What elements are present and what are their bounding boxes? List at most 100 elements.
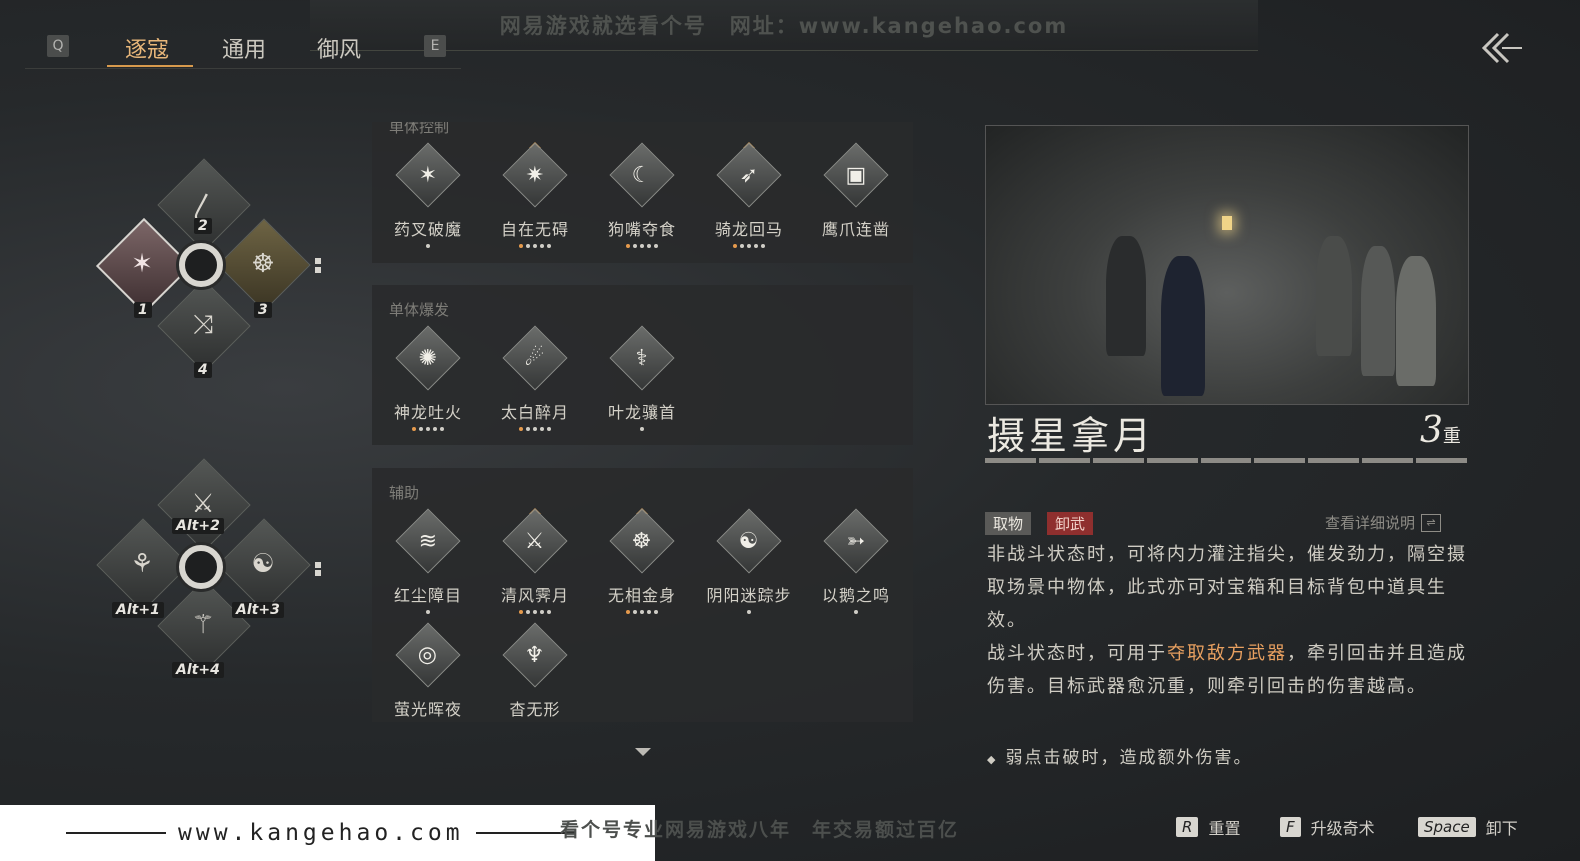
skill-pip [647,244,651,248]
slot-alt-1-label: Alt+1 [112,602,164,618]
skill-pip [426,427,430,431]
skill-name: 鹰爪连凿 [821,220,890,239]
upgrade-key: F [1280,817,1301,837]
details-icon: ⇌ [1421,513,1442,532]
skill-icon: ☯ [716,508,782,574]
skill-pips [589,427,695,433]
level-segment [1146,458,1198,463]
skill-pip [626,244,630,248]
skill-tile[interactable]: ➳ 以鹅之鸣 [803,508,909,616]
skill-pip [547,244,551,248]
skill-tile[interactable]: ♆ 杳无形 [482,622,588,730]
skill-tile[interactable]: ⚔ 清风霁月 [482,508,588,616]
skill-pip [547,610,551,614]
skill-icon: ▣ [823,142,889,208]
skill-pips [589,244,695,250]
skill-pip [854,610,858,614]
skill-level-number: 3 [1420,410,1443,451]
skill-name: 无相金身 [607,586,676,605]
desc-paragraph-1: 非战斗状态时，可将内力灌注指尖，催发劲力，隔空摄取场景中物体，此式亦可对宝箱和目… [987,544,1467,631]
desc-paragraph-2: 战斗状态时，可用于夺取敌方武器，牵引回击并且造成伤害。目标武器愈沉重，则牵引回击… [987,643,1467,697]
skill-tile[interactable]: ◎ 萤光晖夜 [375,622,481,730]
skill-pips [696,244,802,250]
level-segment [985,458,1036,463]
skill-tile[interactable]: ▣ 鹰爪连凿 [803,142,909,250]
skill-icon: ⚔ [502,508,568,574]
level-progress-bar [985,458,1468,463]
skill-pip [519,610,523,614]
watermark-url: www.kangehao.com [178,820,464,846]
skill-pip [633,610,637,614]
skill-icon: ≋ [395,508,461,574]
skill-level: 3重 [1420,410,1461,451]
bonus-note: ◆ 弱点击破时，造成额外伤害。 [987,748,1253,768]
skill-pip [640,427,644,431]
tab-zhukou[interactable]: 逐寇 [125,32,169,64]
skill-pip [533,610,537,614]
spear-lunge-icon: ⤨ [192,309,214,340]
skill-preview-image [985,125,1469,405]
upgrade-hint[interactable]: F 升级奇术 [1280,815,1375,839]
skill-tile[interactable]: ➶ 骑龙回马 [696,142,802,250]
skill-name: 自在无碍 [500,220,569,239]
skill-pip [519,427,523,431]
skill-tile[interactable]: ✶ 药叉破魔 [375,142,481,250]
kick-icon: ⚚ [191,610,215,640]
scroll-down-icon[interactable] [635,748,651,756]
skill-tile[interactable]: ✷ 自在无碍 [482,142,588,250]
unequip-hint[interactable]: Space 卸下 [1418,815,1518,839]
skill-tile[interactable]: ☯ 阴阳迷踪步 [696,508,802,616]
tab-yufeng[interactable]: 御风 [317,32,361,64]
skill-tile[interactable]: ⚕ 叶龙骧首 [589,325,695,433]
skill-pip [626,610,630,614]
view-details-label: 查看详细说明 [1325,514,1416,532]
group-indicator [315,562,321,568]
skill-pip [533,244,537,248]
skill-tile[interactable]: ✺ 神龙吐火 [375,325,481,433]
skill-tile[interactable]: ☄ 太白醉月 [482,325,588,433]
skill-pip [540,427,544,431]
reset-key: R [1176,817,1199,837]
slot-alt-3-label: Alt+3 [232,602,284,618]
skill-pips [375,427,481,433]
skill-icon: ◎ [395,622,461,688]
unequip-key: Space [1418,817,1476,837]
meditate-icon: ☯ [251,549,275,579]
view-details-link[interactable]: 查看详细说明 ⇌ [1325,512,1442,533]
skill-name: 阴阳迷踪步 [706,586,792,605]
next-tab-key[interactable]: E [424,35,446,57]
skill-tile[interactable]: ≋ 红尘障目 [375,508,481,616]
slot-alt-2-label: Alt+2 [172,518,224,534]
level-segment [1308,458,1360,463]
skill-pip [640,610,644,614]
group-indicator [315,258,321,264]
skill-pips [482,724,588,730]
skill-pip [547,427,551,431]
slot-1-number: 1 [134,302,152,318]
skill-pip [533,427,537,431]
tab-tongyong[interactable]: 通用 [222,32,266,64]
group-indicator [315,267,321,273]
skill-pip [426,610,430,614]
level-segment [1200,458,1252,463]
skill-tile[interactable]: ☸ 无相金身 [589,508,695,616]
slot-2-number: 2 [194,218,212,234]
level-segment [1254,458,1306,463]
skill-name: 杳无形 [509,700,561,719]
skill-pips [696,610,802,616]
blade-slash-icon: ✶ [131,249,153,279]
reset-label: 重置 [1208,819,1241,838]
skill-pips [375,724,481,730]
skill-pip [526,610,530,614]
back-button[interactable] [1478,28,1524,68]
skill-name: 太白醉月 [500,403,569,422]
skill-tile[interactable]: ☾ 狗嘴夺食 [589,142,695,250]
skill-pips [375,244,481,250]
prev-tab-key[interactable]: Q [47,35,69,57]
skill-pip [526,244,530,248]
reset-hint[interactable]: R 重置 [1176,815,1240,839]
skill-pips [375,610,481,616]
skill-name: 骑龙回马 [714,220,783,239]
skill-name: 以鹅之鸣 [821,586,890,605]
skill-pip [433,427,437,431]
